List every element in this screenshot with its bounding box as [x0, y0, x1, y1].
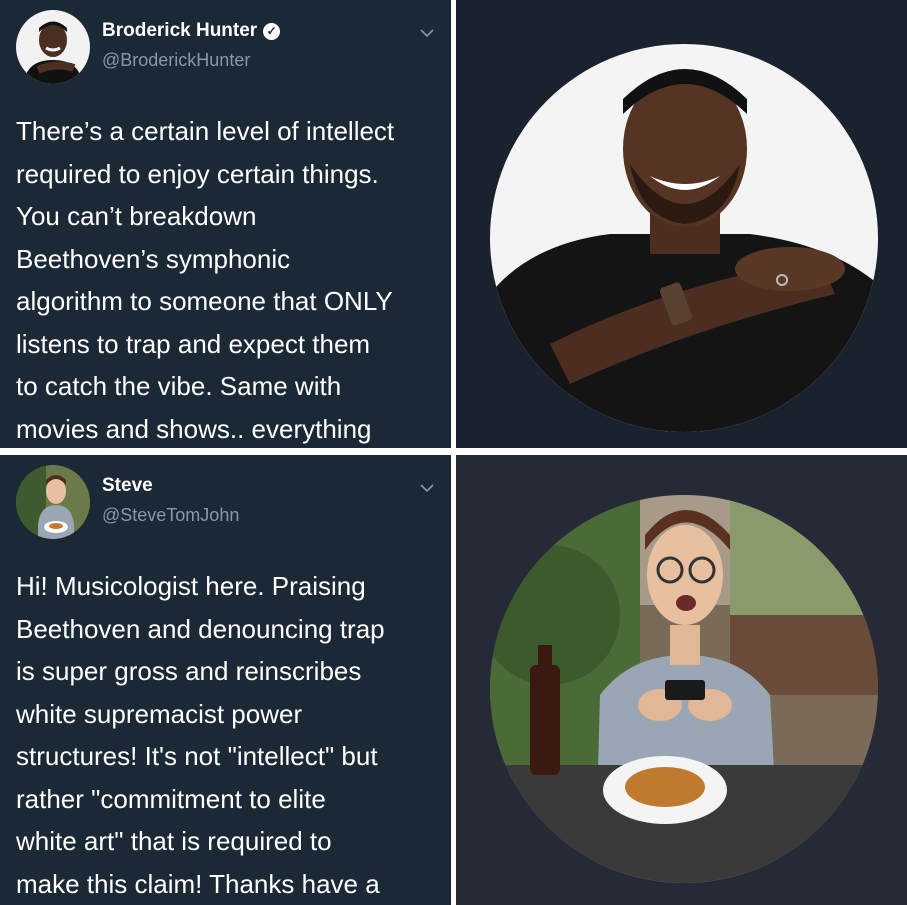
tweet-line: structures! It's not "intellect" but: [16, 741, 378, 771]
display-name[interactable]: Broderick Hunter: [102, 20, 257, 42]
tweet-line: to catch the vibe. Same with: [16, 371, 342, 401]
user-handle[interactable]: @BroderickHunter: [102, 50, 250, 71]
avatar[interactable]: [16, 10, 90, 84]
avatar[interactable]: [16, 465, 90, 539]
tweet-line: Beethoven and denouncing trap: [16, 613, 385, 644]
verified-check-icon: ✓: [263, 22, 281, 40]
tweet-line: algorithm to someone that ONLY: [16, 286, 393, 316]
chevron-down-icon[interactable]: [417, 26, 437, 40]
display-name[interactable]: Steve: [102, 475, 153, 497]
tweet-line: rather "commitment to elite: [16, 783, 326, 814]
tweet-card-steve: Steve @SteveTomJohn Hi! Musicologist her…: [0, 455, 451, 905]
tweet-line: white art" that is required to: [16, 826, 332, 856]
tweet-line: There’s a certain level of intellect: [16, 116, 395, 146]
tweet-line: movies and shows.. everything: [16, 413, 372, 444]
tweet-text: There’s a certain level of intellect req…: [16, 110, 437, 448]
tweet-line: Hi! Musicologist here. Praising: [16, 571, 366, 601]
chevron-down-icon[interactable]: [417, 481, 437, 495]
profile-photo: [490, 495, 878, 883]
tweet-card-broderick: Broderick Hunter ✓ @BroderickHunter Ther…: [0, 0, 451, 448]
profile-photo: [490, 44, 878, 432]
profile-photo-panel-broderick: [456, 0, 907, 448]
tweet-line: Beethoven’s symphonic: [16, 243, 291, 274]
profile-photo-panel-steve: [456, 455, 907, 905]
tweet-line: make this claim! Thanks have a: [16, 868, 380, 899]
tweet-line: You can’t breakdown: [16, 201, 257, 231]
tweet-line: required to enjoy certain things.: [16, 158, 379, 189]
tweet-line: white supremacist power: [16, 698, 303, 729]
tweet-text: Hi! Musicologist here. Praising Beethove…: [16, 565, 437, 905]
tweet-line: is super gross and reinscribes: [16, 656, 362, 686]
tweet-line: listens to trap and expect them: [16, 328, 371, 359]
user-handle[interactable]: @SteveTomJohn: [102, 505, 239, 526]
